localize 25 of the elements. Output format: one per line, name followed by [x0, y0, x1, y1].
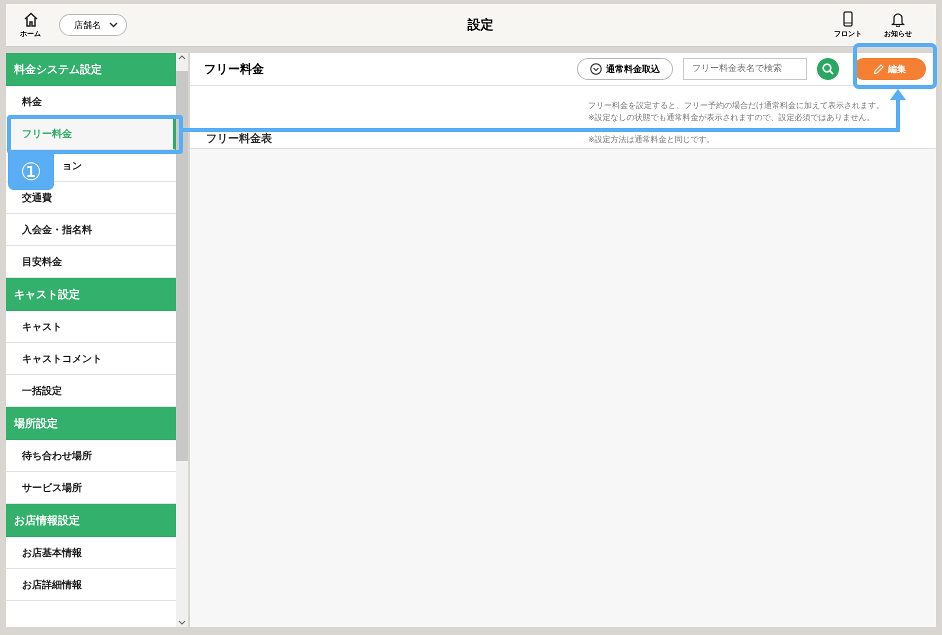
- scroll-up-icon: [178, 53, 186, 61]
- menu-group-header: キャスト設定: [6, 278, 176, 311]
- bell-icon: [891, 11, 905, 27]
- menu-group-header: 場所設定: [6, 407, 176, 440]
- menu-group-header: 料金システム設定: [6, 53, 176, 86]
- note-text: フリー料金を設定すると、フリー予約の場合だけ通常料金に加えて表示されます。: [588, 100, 884, 112]
- store-select[interactable]: 店舗名: [59, 14, 127, 36]
- search-button[interactable]: [817, 58, 839, 80]
- menu-group-header: お店情報設定: [6, 504, 176, 537]
- note-text: ※設定なしの状態でも通常料金が表示されますので、設定必須ではありません。: [588, 112, 876, 124]
- step-badge: ①: [8, 153, 54, 190]
- page-title: 設定: [466, 16, 494, 34]
- phone-icon: [843, 11, 853, 27]
- import-button[interactable]: 通常料金取込: [577, 58, 673, 80]
- scroll-down-icon: [178, 619, 186, 627]
- search-icon: [822, 63, 834, 75]
- pencil-icon: [873, 64, 884, 74]
- scrollbar[interactable]: [176, 53, 188, 627]
- chevron-down-icon: [109, 22, 118, 28]
- home-icon: [22, 12, 38, 26]
- note-text: ※設定方法は通常料金と同じです。: [588, 134, 716, 146]
- panel-title: フリー料金: [204, 60, 265, 78]
- table-title: フリー料金表: [206, 131, 272, 146]
- search-field[interactable]: フリー料金表名で検索: [683, 58, 807, 80]
- chevron-circle-icon: [590, 63, 602, 75]
